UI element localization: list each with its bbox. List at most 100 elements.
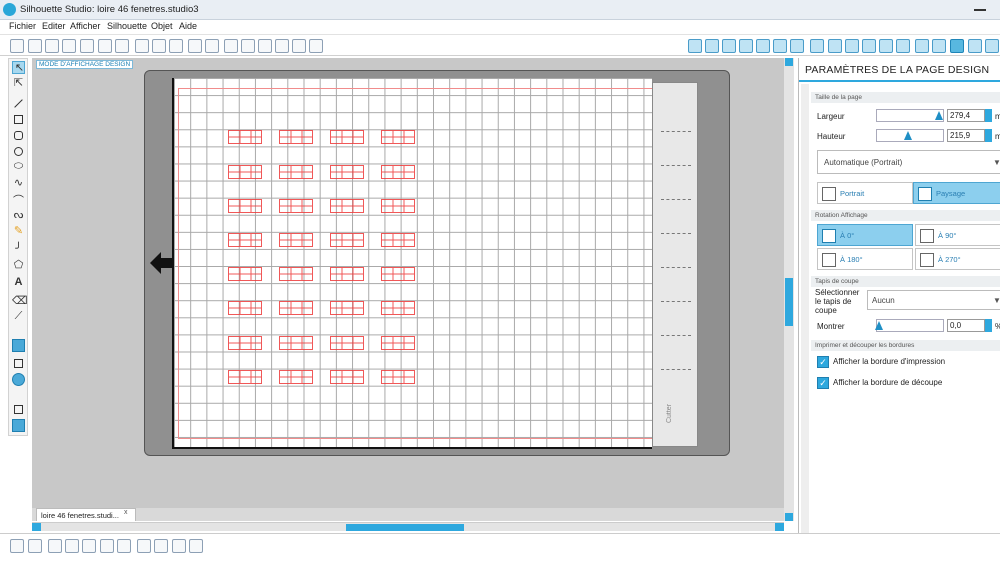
window-shape[interactable] (330, 370, 364, 384)
modify-icon[interactable] (896, 39, 910, 53)
text-style-icon[interactable] (810, 39, 824, 53)
window-shape[interactable] (228, 165, 262, 179)
window-shape[interactable] (381, 301, 415, 315)
delete-icon[interactable] (117, 539, 131, 553)
release-compound-path-icon[interactable] (100, 539, 114, 553)
design-view-icon[interactable] (12, 339, 25, 352)
menu-afficher[interactable]: Afficher (70, 21, 100, 31)
online-store-icon[interactable] (12, 373, 25, 386)
window-shape[interactable] (228, 267, 262, 281)
window-shape[interactable] (381, 267, 415, 281)
window-shape[interactable] (279, 336, 313, 350)
mat-opacity-stepper[interactable] (985, 319, 992, 332)
zoom-out-icon[interactable] (258, 39, 272, 53)
select-tool-icon[interactable]: ↖ (12, 61, 25, 74)
mat-opacity-slider[interactable] (875, 319, 944, 332)
split-view-icon[interactable] (12, 419, 25, 432)
scale-icon[interactable] (862, 39, 876, 53)
knife-tool-icon[interactable]: ⟋ (12, 310, 25, 324)
undo-icon[interactable] (188, 39, 202, 53)
rotation-180-button[interactable]: À 180° (817, 248, 913, 270)
fill-color-icon[interactable] (705, 39, 719, 53)
window-shape[interactable] (279, 233, 313, 247)
replicate-icon[interactable] (879, 39, 893, 53)
height-slider[interactable] (876, 129, 944, 142)
page-size-dropdown[interactable]: Automatique (Portrait) (817, 150, 1000, 174)
window-shape[interactable] (330, 267, 364, 281)
menu-silhouette[interactable]: Silhouette (107, 21, 147, 31)
window-shape[interactable] (279, 301, 313, 315)
menu-editer[interactable]: Editer (42, 21, 66, 31)
curve-tool-icon[interactable]: ∿ (12, 177, 25, 190)
send-icon[interactable] (985, 39, 999, 53)
select-all-icon[interactable] (10, 539, 24, 553)
window-shape[interactable] (228, 130, 262, 144)
duplicate-icon[interactable] (137, 539, 151, 553)
gradient-icon[interactable] (722, 39, 736, 53)
panel-scrollbar[interactable] (801, 84, 809, 533)
pattern-icon[interactable] (739, 39, 753, 53)
offset-icon[interactable] (915, 39, 929, 53)
window-shape[interactable] (330, 130, 364, 144)
height-stepper[interactable] (985, 129, 992, 142)
library-icon[interactable] (45, 39, 59, 53)
offset-tool-icon[interactable] (189, 539, 203, 553)
ellipse-tool-icon[interactable] (12, 145, 25, 158)
open-icon[interactable] (28, 39, 42, 53)
window-shape[interactable] (279, 267, 313, 281)
menu-aide[interactable]: Aide (179, 21, 197, 31)
rotation-270-button[interactable]: À 270° (915, 248, 1000, 270)
menu-fichier[interactable]: Fichier (9, 21, 36, 31)
save-to-library-icon[interactable] (80, 39, 94, 53)
fit-to-page-icon[interactable] (309, 39, 323, 53)
weld-icon[interactable] (172, 539, 186, 553)
zoom-in-icon[interactable] (241, 39, 255, 53)
make-compound-path-icon[interactable] (82, 539, 96, 553)
rounded-rectangle-tool-icon[interactable] (12, 129, 25, 142)
window-shape[interactable] (330, 301, 364, 315)
scroll-left-icon[interactable] (32, 523, 41, 531)
library-view-icon[interactable] (12, 357, 25, 370)
freehand-tool-icon[interactable]: ᔓ (12, 209, 25, 222)
window-shape[interactable] (279, 130, 313, 144)
rotation-90-button[interactable]: À 90° (915, 224, 1000, 246)
cutting-mat-dropdown[interactable]: Aucun (867, 290, 1000, 310)
line-color-icon[interactable] (756, 39, 770, 53)
print-border-checkbox[interactable]: ✓ (817, 356, 829, 368)
print-icon[interactable] (98, 39, 112, 53)
window-shape[interactable] (228, 336, 262, 350)
redo-icon[interactable] (205, 39, 219, 53)
vertical-scrollbar[interactable] (784, 58, 794, 521)
page-settings-icon[interactable] (950, 39, 964, 53)
new-icon[interactable] (10, 39, 24, 53)
line-width-icon[interactable] (773, 39, 787, 53)
arc-tool-icon[interactable]: ⌒ (12, 193, 25, 207)
pencil-tool-icon[interactable]: ✎ (12, 225, 25, 238)
document-tab[interactable]: loire 46 fenetres.studi... (36, 508, 136, 521)
edit-points-tool-icon[interactable]: ⇱ (12, 77, 25, 90)
bring-to-front-icon[interactable] (154, 539, 168, 553)
width-slider[interactable] (876, 109, 944, 122)
window-shape[interactable] (381, 336, 415, 350)
align-icon[interactable] (790, 39, 804, 53)
window-shape[interactable] (381, 370, 415, 384)
menu-objet[interactable]: Objet (151, 21, 173, 31)
window-shape[interactable] (330, 165, 364, 179)
cut-border-checkbox[interactable]: ✓ (817, 377, 829, 389)
trace-icon[interactable] (932, 39, 946, 53)
height-field[interactable]: 215,9 (947, 129, 985, 142)
width-stepper[interactable] (985, 109, 992, 122)
scroll-up-icon[interactable] (785, 58, 793, 66)
drag-zoom-icon[interactable] (292, 39, 306, 53)
copy-icon[interactable] (135, 39, 149, 53)
window-shape[interactable] (381, 130, 415, 144)
window-shape[interactable] (228, 301, 262, 315)
deselect-icon[interactable] (28, 539, 42, 553)
polygon-tool-icon[interactable]: ⬭ (12, 160, 25, 174)
window-shape[interactable] (279, 165, 313, 179)
window-shape[interactable] (381, 199, 415, 213)
pentagon-tool-icon[interactable]: ⬠ (12, 259, 25, 272)
send-to-silhouette-icon[interactable] (115, 39, 129, 53)
cut-settings-icon[interactable] (968, 39, 982, 53)
horizontal-scrollbar[interactable] (32, 522, 784, 531)
